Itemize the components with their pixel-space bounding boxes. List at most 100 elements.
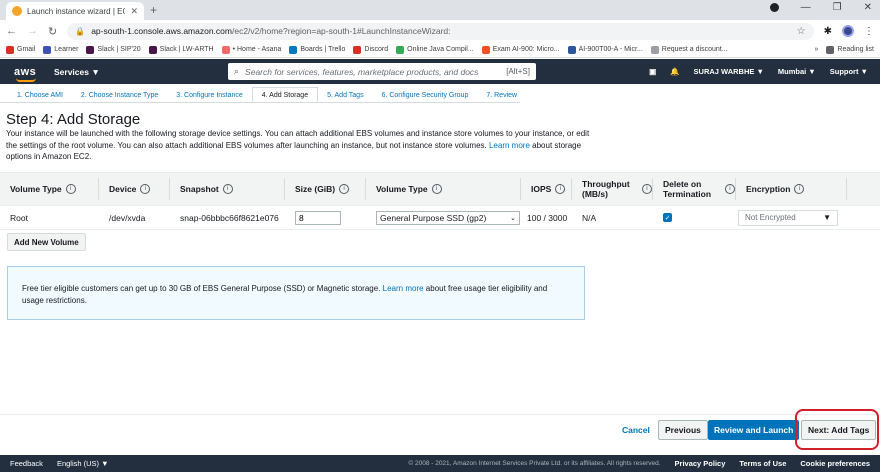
bookmark-favicon-icon xyxy=(43,45,52,54)
search-icon: ⌕ xyxy=(234,66,240,76)
col-ebs-type: Volume Type i xyxy=(366,184,520,194)
delete-on-termination-checkbox[interactable]: ✓ xyxy=(663,213,672,222)
tab-title: Launch instance wizard | EC2 Ma xyxy=(27,6,126,16)
search-placeholder: Search for services, features, marketpla… xyxy=(245,66,479,77)
bookmark-item[interactable]: Learner xyxy=(43,45,79,54)
info-icon[interactable]: i xyxy=(555,184,566,194)
profile-indicator-icon[interactable] xyxy=(769,3,779,12)
cell-device: /dev/xvda xyxy=(109,212,146,223)
aws-logo[interactable]: aws xyxy=(14,66,40,82)
close-tab-icon[interactable]: ✕ xyxy=(130,6,138,17)
maximize-icon[interactable]: ❐ xyxy=(833,2,842,13)
reading-list-button[interactable]: Reading list xyxy=(826,45,874,54)
services-menu[interactable]: Services ▼ xyxy=(54,67,100,77)
browser-tab[interactable]: Launch instance wizard | EC2 Ma ✕ xyxy=(6,2,144,20)
language-menu[interactable]: English (US) ▼ xyxy=(57,459,109,468)
info-icon[interactable]: i xyxy=(794,184,805,194)
free-tier-learn-more-link[interactable]: Learn more xyxy=(383,284,424,293)
bookmark-item[interactable]: Exam AI-900: Micro... xyxy=(481,45,560,54)
aws-nav-right: ▣ 🔔 SURAJ WARBHE ▼ Mumbai ▼ Support ▼ xyxy=(649,59,868,84)
header-label: Throughput (MB/s) xyxy=(582,179,630,199)
account-menu[interactable]: SURAJ WARBHE ▼ xyxy=(694,67,764,76)
bookmark-favicon-icon xyxy=(86,45,95,54)
wizard-step-4[interactable]: 4. Add Storage xyxy=(251,87,319,103)
cell-iops: 100 / 3000 xyxy=(527,212,568,223)
info-icon[interactable]: i xyxy=(431,184,442,194)
info-icon[interactable]: i xyxy=(65,184,76,194)
bookmark-label: Slack | SIP'20 xyxy=(97,46,141,53)
col-snapshot: Snapshot i xyxy=(170,184,284,194)
bookmark-item[interactable]: AI-900T00-A - Micr... xyxy=(567,45,643,54)
new-tab-icon[interactable]: + xyxy=(150,3,157,17)
back-icon[interactable]: ← xyxy=(6,25,17,37)
bookmark-item[interactable]: Boards | Trello xyxy=(289,45,346,54)
url-text[interactable]: ap-south-1.console.aws.amazon.com/ec2/v2… xyxy=(91,26,450,36)
encryption-value: Not Encrypted xyxy=(745,213,796,222)
info-icon[interactable]: i xyxy=(222,184,233,194)
bookmark-item[interactable]: Discord xyxy=(353,45,389,54)
privacy-policy-link[interactable]: Privacy Policy xyxy=(675,459,726,468)
header-label: IOPS xyxy=(531,184,552,194)
ebs-type-value: General Purpose SSD (gp2) xyxy=(380,212,487,223)
bookmark-label: Slack | LW-ARTH xyxy=(159,46,214,53)
address-bar[interactable]: 🔒 ap-south-1.console.aws.amazon.com/ec2/… xyxy=(67,22,814,40)
col-volume-type: Volume Type i xyxy=(0,184,98,194)
storage-learn-more-link[interactable]: Learn more xyxy=(489,141,530,150)
bookmark-label: Exam AI-900: Micro... xyxy=(492,46,560,53)
cell-size xyxy=(285,210,366,225)
feedback-link[interactable]: Feedback xyxy=(10,459,43,468)
bookmark-label: Online Java Compil... xyxy=(407,46,474,53)
bookmark-label: Discord xyxy=(364,46,389,53)
lock-icon[interactable]: 🔒 xyxy=(75,27,85,36)
col-delete-on-termination: Delete on Termination i xyxy=(653,179,735,199)
region-menu[interactable]: Mumbai ▼ xyxy=(778,67,816,76)
info-icon[interactable]: i xyxy=(725,184,735,194)
size-input[interactable] xyxy=(295,210,341,225)
info-icon[interactable]: i xyxy=(642,184,652,194)
notifications-bell-icon[interactable]: 🔔 xyxy=(670,67,679,76)
terms-of-use-link[interactable]: Terms of Use xyxy=(739,459,786,468)
forward-icon[interactable]: → xyxy=(27,25,38,37)
bookmark-item[interactable]: Slack | SIP'20 xyxy=(86,45,141,54)
info-icon[interactable]: i xyxy=(339,184,350,194)
ebs-type-select[interactable]: General Purpose SSD (gp2) ⌄ xyxy=(376,210,520,225)
bookmark-item[interactable]: Slack | LW-ARTH xyxy=(148,45,214,54)
add-new-volume-button[interactable]: Add New Volume xyxy=(7,233,86,251)
minimize-icon[interactable]: — xyxy=(801,2,811,13)
review-and-launch-button[interactable]: Review and Launch xyxy=(708,420,800,440)
header-label: Volume Type xyxy=(376,184,428,194)
bookmark-star-icon[interactable]: ☆ xyxy=(797,26,806,37)
storage-table: Volume Type i Device i Snapshot i Size (GiB… xyxy=(0,172,880,230)
menu-icon[interactable]: ⋮ xyxy=(864,26,874,37)
bookmark-item[interactable]: Online Java Compil... xyxy=(396,45,474,54)
bookmark-label: Learner xyxy=(54,46,79,53)
header-label: Snapshot xyxy=(180,184,219,194)
aws-search-bar[interactable]: ⌕ Search for services, features, marketp… xyxy=(228,63,536,80)
encryption-select[interactable]: Not Encrypted ▼ xyxy=(738,209,838,226)
extensions-icon[interactable]: ✱ xyxy=(824,26,832,37)
cell-volume-type: Root xyxy=(10,212,28,223)
bookmark-item[interactable]: • Home - Asana xyxy=(221,45,281,54)
bookmark-favicon-icon xyxy=(148,45,157,54)
bookmarks-bar: Gmail Learner Slack | SIP'20 Slack | LW-ART… xyxy=(0,42,880,58)
bookmarks-right: » Reading list xyxy=(815,45,874,54)
header-label: Device xyxy=(109,184,137,194)
col-throughput: Throughput (MB/s) i xyxy=(572,179,652,199)
bookmark-item[interactable]: Gmail xyxy=(6,45,35,54)
cancel-link[interactable]: Cancel xyxy=(622,425,650,435)
bookmark-favicon-icon xyxy=(396,45,405,54)
header-label: Size (GiB) xyxy=(295,184,336,194)
previous-button[interactable]: Previous xyxy=(658,420,708,440)
reload-icon[interactable]: ↻ xyxy=(48,25,57,38)
cloudshell-icon[interactable]: ▣ xyxy=(649,67,656,76)
cell-snapshot: snap-06bbbc66f8621e076 xyxy=(180,212,279,223)
avatar[interactable] xyxy=(842,25,854,37)
support-menu[interactable]: Support ▼ xyxy=(830,67,868,76)
more-bookmarks-icon[interactable]: » xyxy=(815,46,819,53)
cookie-preferences-link[interactable]: Cookie preferences xyxy=(800,459,870,468)
table-header: Volume Type i Device i Snapshot i Size (GiB… xyxy=(0,172,880,206)
close-window-icon[interactable]: ✕ xyxy=(864,2,872,13)
bookmark-label: Boards | Trello xyxy=(300,46,346,53)
info-icon[interactable]: i xyxy=(140,184,151,194)
bookmark-item[interactable]: Request a discount... xyxy=(650,45,728,54)
